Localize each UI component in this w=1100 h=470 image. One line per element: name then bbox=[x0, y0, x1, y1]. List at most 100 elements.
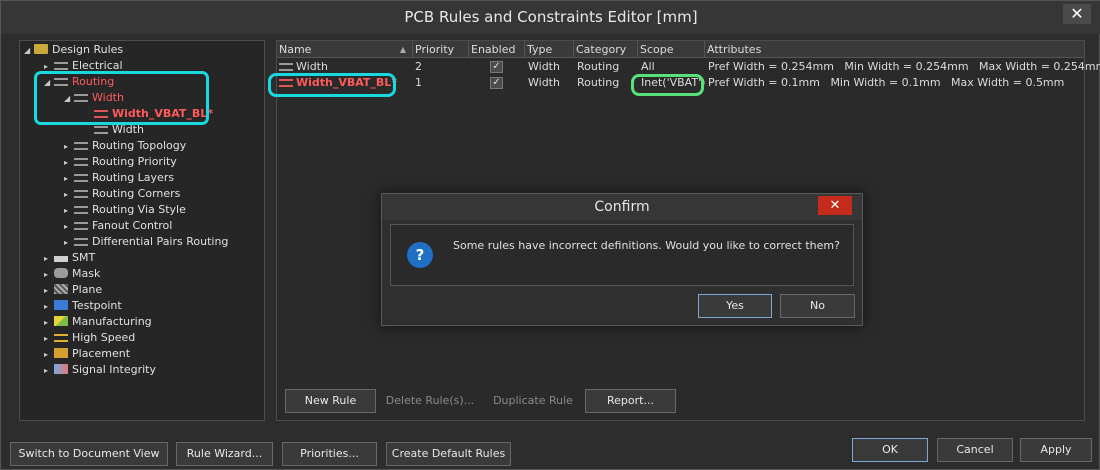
rule-icon bbox=[279, 63, 293, 71]
expand-arrow-icon[interactable]: ▸ bbox=[64, 139, 74, 155]
expand-arrow-icon[interactable]: ▸ bbox=[44, 283, 54, 299]
placement-icon bbox=[54, 348, 68, 358]
row-attributes: Pref Width = 0.254mm Min Width = 0.254mm… bbox=[708, 60, 1100, 73]
tree-item-routing[interactable]: ◢ Routing bbox=[44, 74, 114, 90]
tree-item-differential-pairs-routing[interactable]: ▸ Differential Pairs Routing bbox=[64, 234, 228, 250]
duplicate-rule-button[interactable]: Duplicate Rule bbox=[483, 389, 583, 413]
rules-editor-window: PCB Rules and Constraints Editor [mm] ✕ … bbox=[0, 0, 1100, 470]
tree-item-width-vbat-bl[interactable]: Width_VBAT_BL* bbox=[94, 106, 213, 122]
apply-button[interactable]: Apply bbox=[1020, 438, 1092, 462]
expand-arrow-icon[interactable]: ▸ bbox=[44, 347, 54, 363]
tree-item-routing-topology[interactable]: ▸ Routing Topology bbox=[64, 138, 186, 154]
table-header: Name ▲ Priority Enabled Type Category Sco… bbox=[277, 41, 1084, 58]
row-category: Routing bbox=[577, 76, 620, 89]
column-header-category[interactable]: Category bbox=[574, 41, 638, 58]
row-scope: All bbox=[641, 60, 655, 73]
expand-arrow-icon[interactable]: ▸ bbox=[44, 59, 54, 75]
new-rule-button[interactable]: New Rule bbox=[285, 389, 376, 413]
confirm-dialog: Confirm ✕ ? Some rules have incorrect de… bbox=[381, 193, 863, 326]
tree-item-placement[interactable]: ▸ Placement bbox=[44, 346, 130, 362]
yes-button[interactable]: Yes bbox=[698, 294, 772, 318]
tree-item-signal-integrity[interactable]: ▸ Signal Integrity bbox=[44, 362, 156, 378]
expand-arrow-icon[interactable]: ▸ bbox=[44, 251, 54, 267]
ok-button[interactable]: OK bbox=[852, 438, 928, 462]
collapse-arrow-icon[interactable]: ◢ bbox=[24, 43, 34, 59]
window-title: PCB Rules and Constraints Editor [mm] bbox=[404, 8, 698, 26]
tree-item-plane[interactable]: ▸ Plane bbox=[44, 282, 102, 298]
tree-item-high-speed[interactable]: ▸ High Speed bbox=[44, 330, 135, 346]
cancel-button[interactable]: Cancel bbox=[937, 438, 1013, 462]
tree-item-mask[interactable]: ▸ Mask bbox=[44, 266, 100, 282]
expand-arrow-icon[interactable]: ▸ bbox=[44, 331, 54, 347]
rule-icon bbox=[74, 142, 88, 150]
dialog-title: Confirm bbox=[382, 194, 862, 220]
table-row[interactable]: Width 2 ✓ Width Routing All Pref Width =… bbox=[277, 59, 1100, 75]
row-scope: Inet('VBAT') bbox=[641, 76, 706, 89]
tree-item-width[interactable]: ◢ Width bbox=[64, 90, 124, 106]
dialog-message-area: ? Some rules have incorrect definitions.… bbox=[390, 224, 854, 286]
expand-arrow-icon[interactable]: ▸ bbox=[64, 171, 74, 187]
expand-arrow-icon[interactable]: ▸ bbox=[44, 299, 54, 315]
row-name: Width bbox=[277, 59, 328, 75]
row-priority: 1 bbox=[415, 76, 422, 89]
window-close-icon[interactable]: ✕ bbox=[1063, 4, 1091, 24]
rule-wizard-button[interactable]: Rule Wizard... bbox=[176, 442, 273, 466]
dialog-close-icon[interactable]: ✕ bbox=[818, 196, 852, 215]
table-row[interactable]: Width_VBAT_BL* 1 ✓ Width Routing Inet('V… bbox=[277, 75, 1084, 91]
enabled-checkbox[interactable]: ✓ bbox=[490, 77, 503, 89]
switch-to-document-view-button[interactable]: Switch to Document View bbox=[10, 442, 168, 466]
enabled-checkbox[interactable]: ✓ bbox=[490, 61, 503, 73]
tree-item-smt[interactable]: ▸ SMT bbox=[44, 250, 95, 266]
electrical-icon bbox=[54, 62, 68, 70]
column-header-priority[interactable]: Priority bbox=[413, 41, 469, 58]
delete-rules-button[interactable]: Delete Rule(s)... bbox=[383, 389, 477, 413]
high-speed-icon bbox=[54, 334, 68, 342]
report-button[interactable]: Report... bbox=[585, 389, 676, 413]
expand-arrow-icon[interactable]: ▸ bbox=[64, 203, 74, 219]
row-attributes: Pref Width = 0.1mm Min Width = 0.1mm Max… bbox=[708, 76, 1065, 89]
expand-arrow-icon[interactable]: ▸ bbox=[44, 363, 54, 379]
expand-arrow-icon[interactable]: ▸ bbox=[64, 187, 74, 203]
width-icon bbox=[74, 94, 88, 102]
rules-tree: ◢ Design Rules ▸ Electrical ◢ Routing ◢ Widt… bbox=[19, 40, 265, 421]
signal-integrity-icon bbox=[54, 364, 68, 374]
tree-item-fanout-control[interactable]: ▸ Fanout Control bbox=[64, 218, 172, 234]
column-header-name[interactable]: Name ▲ bbox=[277, 41, 413, 58]
rule-icon bbox=[74, 206, 88, 214]
tree-item-routing-priority[interactable]: ▸ Routing Priority bbox=[64, 154, 177, 170]
expand-arrow-icon[interactable]: ▸ bbox=[64, 219, 74, 235]
expand-arrow-icon[interactable]: ▸ bbox=[64, 235, 74, 251]
testpoint-icon bbox=[54, 300, 68, 310]
rule-icon bbox=[74, 190, 88, 198]
priorities-button[interactable]: Priorities... bbox=[282, 442, 377, 466]
tree-item-design-rules[interactable]: ◢ Design Rules bbox=[24, 42, 123, 58]
tree-item-electrical[interactable]: ▸ Electrical bbox=[44, 58, 123, 74]
no-button[interactable]: No bbox=[780, 294, 855, 318]
column-header-enabled[interactable]: Enabled bbox=[469, 41, 525, 58]
column-header-attributes[interactable]: Attributes bbox=[705, 41, 1084, 58]
mask-icon bbox=[54, 268, 68, 278]
tree-item-routing-corners[interactable]: ▸ Routing Corners bbox=[64, 186, 180, 202]
row-priority: 2 bbox=[415, 60, 422, 73]
row-type: Width bbox=[528, 60, 560, 73]
title-bar: PCB Rules and Constraints Editor [mm] ✕ bbox=[1, 1, 1100, 34]
tree-item-width-rule[interactable]: Width bbox=[94, 122, 144, 138]
create-default-rules-button[interactable]: Create Default Rules bbox=[386, 442, 511, 466]
expand-arrow-icon[interactable]: ▸ bbox=[44, 267, 54, 283]
sort-arrow-icon: ▲ bbox=[399, 45, 406, 54]
tree-item-routing-layers[interactable]: ▸ Routing Layers bbox=[64, 170, 174, 186]
rule-icon bbox=[74, 174, 88, 182]
collapse-arrow-icon[interactable]: ◢ bbox=[64, 91, 74, 107]
expand-arrow-icon[interactable]: ▸ bbox=[44, 315, 54, 331]
tree-item-routing-via-style[interactable]: ▸ Routing Via Style bbox=[64, 202, 186, 218]
collapse-arrow-icon[interactable]: ◢ bbox=[44, 75, 54, 91]
rule-icon bbox=[94, 126, 108, 134]
tree-item-testpoint[interactable]: ▸ Testpoint bbox=[44, 298, 122, 314]
rule-icon bbox=[94, 110, 108, 118]
expand-arrow-icon[interactable]: ▸ bbox=[64, 155, 74, 171]
column-header-type[interactable]: Type bbox=[525, 41, 574, 58]
rule-icon bbox=[74, 238, 88, 246]
column-header-scope[interactable]: Scope bbox=[638, 41, 705, 58]
rule-icon bbox=[279, 79, 293, 87]
tree-item-manufacturing[interactable]: ▸ Manufacturing bbox=[44, 314, 152, 330]
